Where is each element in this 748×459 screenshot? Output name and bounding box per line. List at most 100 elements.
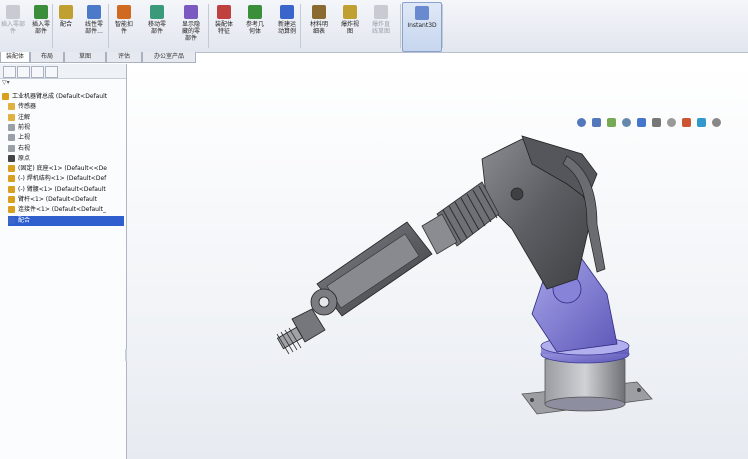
view-settings-icon[interactable]	[712, 118, 721, 127]
toolbar-button-12[interactable]: 爆炸直 线草图	[366, 2, 396, 50]
tab-2[interactable]: 草图	[64, 52, 106, 63]
toolbar-button-3[interactable]: 线性零 部件...	[80, 2, 108, 50]
toolbar-button-2[interactable]: 配合	[56, 2, 76, 50]
tree-item-label: (-) 焊机结构<1> (Default<Def	[18, 175, 107, 183]
configuration-manager-tab-icon[interactable]	[31, 66, 44, 78]
toolbar-button-label: 显示隐 藏的零 部件	[181, 21, 200, 42]
toolbar-button-label: 移动零 部件	[147, 21, 166, 35]
plane-icon	[8, 123, 15, 131]
zoom-to-fit-icon[interactable]	[577, 118, 586, 127]
toolbar-button-label: 配合	[59, 21, 72, 28]
toolbar-separator	[442, 4, 443, 48]
part-icon	[8, 175, 15, 183]
toolbar-button-7[interactable]: 装配体 特征	[210, 2, 238, 50]
filter-icon[interactable]: ▽▾	[2, 79, 10, 86]
tree-item-label: 上视	[18, 134, 31, 142]
tree-item[interactable]: 配合	[8, 215, 124, 226]
tree-item[interactable]: 注解	[8, 113, 124, 123]
toolbar-button-8[interactable]: 参考几 何体	[240, 2, 270, 50]
toolbar-separator	[208, 4, 209, 48]
zoom-area-icon[interactable]	[592, 118, 601, 127]
tree-item[interactable]: 右视	[8, 144, 124, 154]
feature-manager-tab-icon[interactable]	[3, 66, 16, 78]
tree-item-label: 前视	[18, 123, 31, 131]
new-motion-study-icon	[280, 5, 294, 19]
tree-item-label: 配合	[18, 216, 31, 224]
toolbar-button-5[interactable]: 移动零 部件	[142, 2, 172, 50]
command-manager: 插入零部件 插入零 部件 配合 线性零 部件... 智能扣 件移动零 部件 显示隐 藏的零…	[0, 0, 748, 53]
show-hidden-icon	[184, 5, 198, 19]
toolbar-button-1[interactable]: 插入零 部件	[28, 2, 54, 50]
edit-appearance-icon[interactable]	[682, 118, 691, 127]
toolbar-separator	[108, 4, 109, 48]
forearm	[310, 221, 433, 317]
toolbar-button-label: 材料明 细表	[309, 21, 328, 35]
bellows	[421, 181, 500, 255]
toolbar-button-9[interactable]: 新建运 动算例	[272, 2, 302, 50]
tree-item[interactable]: (-) 臂腰<1> (Default<Default	[8, 185, 124, 195]
toolbar-button-0[interactable]: 插入零部件	[0, 2, 26, 50]
toolbar-button-label: 装配体 特征	[214, 21, 233, 35]
feature-manager-pane: ▽▾ 工业机器臂总成 (Default<Default 传感器 注解前视上视右视原点…	[0, 64, 129, 459]
section-view-icon[interactable]	[622, 118, 631, 127]
tab-0[interactable]: 装配体	[0, 52, 30, 63]
tree-item[interactable]: 传感器	[8, 102, 124, 112]
tree-item-label: 臂杆<1> (Default<Default	[18, 196, 97, 203]
origin-icon	[8, 154, 15, 162]
scene-icon[interactable]	[697, 118, 706, 127]
property-manager-tab-icon[interactable]	[17, 66, 30, 78]
tree-filter[interactable]: ▽▾	[0, 79, 126, 88]
reference-geometry-icon	[248, 5, 262, 19]
part-icon	[8, 185, 15, 193]
toolbar-button-label: 插入零部件	[0, 21, 25, 35]
part-icon	[8, 165, 15, 173]
toolbar-button-11[interactable]: 爆炸视 图	[336, 2, 364, 50]
gripper	[276, 308, 326, 355]
folder-icon	[8, 103, 15, 111]
bom-icon	[312, 5, 326, 19]
plane-icon	[8, 134, 15, 142]
view-orientation-icon[interactable]	[637, 118, 646, 127]
tree-item-label: 右视	[18, 144, 31, 152]
part-icon	[8, 196, 15, 203]
command-manager-tabs: 装配体 布局 草图 评估 办公室产品	[0, 52, 200, 63]
tree-item[interactable]: (固定) 底座<1> (Default<<De	[8, 164, 124, 174]
toolbar-button-label: 新建运 动算例	[277, 21, 296, 35]
tab-3[interactable]: 评估	[106, 52, 142, 63]
insert-parts-icon	[34, 5, 48, 19]
previous-view-icon[interactable]	[607, 118, 616, 127]
toolbar-separator	[300, 4, 301, 48]
plane-icon	[8, 144, 15, 152]
linear-pattern-icon	[87, 5, 101, 19]
annotation-icon	[8, 113, 15, 121]
tree-item[interactable]: (-) 焊机结构<1> (Default<Def	[8, 174, 124, 184]
tree-item[interactable]: 工业机器臂总成 (Default<Default	[2, 92, 124, 102]
exploded-view-icon	[343, 5, 357, 19]
graphics-area[interactable]	[127, 64, 748, 459]
toolbar-button-label: Instant3D	[407, 22, 437, 29]
toolbar-button-10[interactable]: 材料明 细表	[304, 2, 334, 50]
tree-item[interactable]: 连接件<1> (Default<Default_	[8, 205, 124, 215]
toolbar-button-label: 智能扣 件	[114, 21, 133, 35]
toolbar-button-label: 插入零 部件	[31, 21, 50, 35]
toolbar-button-label: 参考几 何体	[245, 21, 264, 35]
tree-item-label: 工业机器臂总成 (Default<Default	[12, 93, 108, 100]
toolbar-button-6[interactable]: 显示隐 藏的零 部件	[174, 2, 208, 50]
tree-item[interactable]: 臂杆<1> (Default<Default	[8, 195, 124, 205]
tab-4[interactable]: 办公室产品	[142, 52, 196, 63]
toolbar-button-label: 爆炸视 图	[340, 21, 359, 35]
assembly-feature-icon	[217, 5, 231, 19]
display-manager-tab-icon[interactable]	[45, 66, 58, 78]
toolbar-button-13[interactable]: Instant3D	[402, 2, 442, 52]
tree-item[interactable]: 前视	[8, 123, 124, 133]
tree-item-label: (固定) 底座<1> (Default<<De	[18, 165, 107, 173]
tree-item[interactable]: 上视	[8, 133, 124, 143]
tree-item[interactable]: 原点	[8, 154, 124, 164]
toolbar-button-4[interactable]: 智能扣 件	[110, 2, 138, 50]
tab-1[interactable]: 布局	[30, 52, 64, 63]
display-style-icon[interactable]	[652, 118, 661, 127]
toolbar-button-label: 线性零 部件...	[84, 21, 103, 35]
tree-item-label: 连接件<1> (Default<Default_	[18, 206, 106, 214]
tree-item-label: 注解	[18, 113, 31, 121]
hide-show-icon[interactable]	[667, 118, 676, 127]
